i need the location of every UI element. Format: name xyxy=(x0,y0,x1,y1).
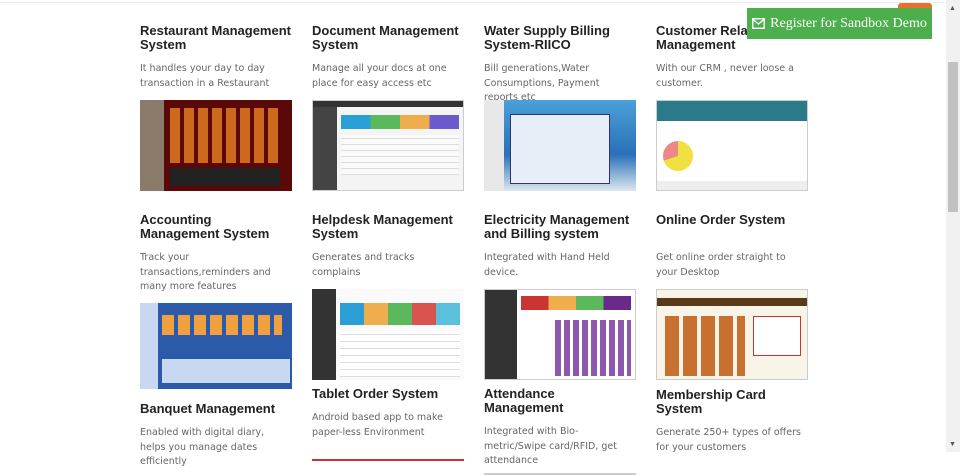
product-title[interactable]: Electricity Management and Billing syste… xyxy=(484,213,636,241)
product-title[interactable]: Accounting Management System xyxy=(140,213,292,241)
product-screenshot[interactable] xyxy=(484,289,636,380)
product-card[interactable]: Document Management System Manage all yo… xyxy=(312,24,464,213)
register-label: Register for Sandbox Demo xyxy=(770,15,927,31)
product-desc: Track your transactions,reminders and ma… xyxy=(140,252,271,292)
product-card[interactable]: Water Supply Billing System-RIICO Bill g… xyxy=(484,24,636,213)
product-screenshot[interactable] xyxy=(312,289,464,380)
product-card[interactable]: Membership Card System Generate 250+ typ… xyxy=(656,388,808,475)
product-desc: With our CRM , never loose a customer. xyxy=(656,63,794,89)
scroll-up-icon[interactable]: ▲ xyxy=(949,5,956,13)
product-desc: Integrated with Bio-metric/Swipe card/RF… xyxy=(484,426,617,466)
header-edge xyxy=(0,0,946,3)
product-desc: Bill generations,Water Consumptions, Pay… xyxy=(484,63,600,103)
product-screenshot[interactable] xyxy=(312,100,464,191)
product-card[interactable]: Helpdesk Management System Generates and… xyxy=(312,213,464,387)
product-title[interactable]: Document Management System xyxy=(312,24,464,52)
product-screenshot[interactable] xyxy=(656,289,808,380)
product-title[interactable]: Water Supply Billing System-RIICO xyxy=(484,24,636,52)
product-card[interactable]: Banquet Management Enabled with digital … xyxy=(140,402,292,475)
product-grid: Restaurant Management System It handles … xyxy=(140,24,808,475)
envelope-icon xyxy=(752,18,766,29)
product-desc: Android based app to make paper-less Env… xyxy=(312,412,443,438)
product-title[interactable]: Restaurant Management System xyxy=(140,24,292,52)
product-desc: Manage all your docs at one place for ea… xyxy=(312,63,447,89)
product-desc: It handles your day to day transaction i… xyxy=(140,63,270,89)
scroll-down-icon[interactable]: ▼ xyxy=(949,441,956,449)
product-card[interactable]: Online Order System Get online order str… xyxy=(656,213,808,387)
product-screenshot[interactable] xyxy=(140,100,292,191)
product-card[interactable]: Accounting Management System Track your … xyxy=(140,213,292,389)
register-sandbox-demo-button[interactable]: Register for Sandbox Demo xyxy=(747,8,932,39)
product-desc: Get online order straight to your Deskto… xyxy=(656,252,786,278)
product-desc: Enabled with digital diary, helps you ma… xyxy=(140,427,265,467)
product-screenshot[interactable] xyxy=(312,459,464,461)
product-title[interactable]: Helpdesk Management System xyxy=(312,213,464,241)
product-desc: Integrated with Hand Held device. xyxy=(484,252,610,278)
product-card[interactable]: Customer Relationship Management With ou… xyxy=(656,24,808,213)
scrollbar-thumb[interactable] xyxy=(948,62,958,212)
product-card[interactable]: Electricity Management and Billing syste… xyxy=(484,213,636,387)
product-screenshot[interactable] xyxy=(484,100,636,191)
product-screenshot[interactable] xyxy=(656,100,808,191)
product-card[interactable]: Tablet Order System Android based app to… xyxy=(312,387,464,475)
product-title[interactable]: Tablet Order System xyxy=(312,387,464,401)
product-title[interactable]: Membership Card System xyxy=(656,388,808,416)
product-desc: Generates and tracks complains xyxy=(312,252,415,278)
product-screenshot[interactable] xyxy=(140,303,292,389)
product-title[interactable]: Online Order System xyxy=(656,213,808,241)
product-card[interactable]: Attendance Management Integrated with Bi… xyxy=(484,387,636,475)
product-title[interactable]: Attendance Management xyxy=(484,387,636,415)
product-desc: Generate 250+ types of offers for your c… xyxy=(656,427,801,453)
product-card[interactable]: Restaurant Management System It handles … xyxy=(140,24,292,213)
